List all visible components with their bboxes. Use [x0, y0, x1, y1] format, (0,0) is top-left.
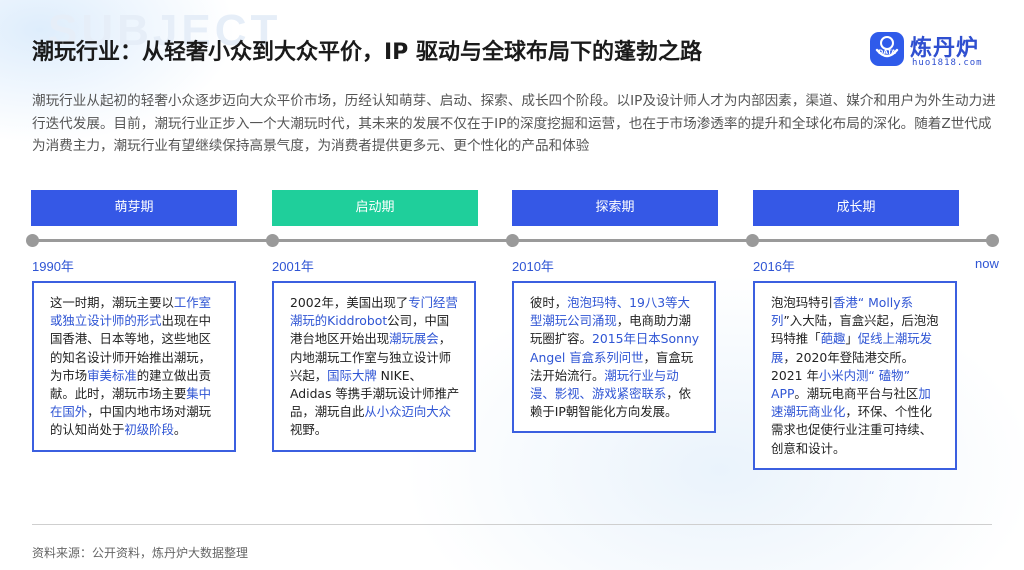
timeline-dot [266, 234, 279, 247]
stage-card: 彼时，泡泡玛特、19八3等大型潮玩公司涌现，电商助力潮玩圈扩容。2015年日本S… [512, 281, 716, 434]
card-text: 泡泡玛特引 [771, 295, 833, 310]
stage-header: 探索期 [512, 190, 718, 226]
stage-header: 成长期 [753, 190, 959, 226]
card-highlight-text: 潮玩展会 [389, 331, 439, 347]
page-title: 潮玩行业：从轻奢小众到大众平价，IP 驱动与全球布局下的蓬勃之路 [32, 40, 702, 65]
stage-card: 这一时期，潮玩主要以工作室或独立设计师的形式出现在中国香港、日本等地，这些地区的… [32, 281, 236, 452]
card-text: 视野。 [290, 422, 328, 438]
year-label: 1990年 [32, 259, 74, 274]
timeline-dot [506, 234, 519, 247]
timeline-dot [26, 234, 39, 247]
stage-header: 启动期 [272, 190, 478, 226]
stage-header: 萌芽期 [31, 190, 237, 226]
card-text: 这一时期，潮玩主要以 [50, 295, 174, 310]
footer-divider [32, 524, 992, 525]
card-highlight-text: 初级阶段 [124, 422, 174, 438]
year-label: 2016年 [753, 259, 795, 274]
card-highlight-text: 审美标准 [87, 367, 137, 383]
year-label: 2010年 [512, 259, 554, 274]
stage-card: 泡泡玛特引香港“ Molly系列”入大陆，盲盒兴起，后泡泡玛特推「葩趣」促线上潮… [753, 281, 957, 470]
card-highlight-text: 国际大牌 [327, 367, 377, 383]
brand-mark-text: DATA [878, 49, 896, 56]
source-note: 资料来源：公开资料，炼丹炉大数据整理 [32, 546, 249, 560]
card-text: 。 [173, 422, 187, 438]
card-highlight-text: 从小众迈向大众 [364, 404, 452, 420]
card-text: 彼时， [530, 295, 568, 310]
year-label-now: now [975, 256, 999, 271]
card-text: 2002年，美国出现了 [290, 295, 409, 310]
timeline-dot [986, 234, 999, 247]
brand-logo: DATA 炼丹炉 huo1818.com [870, 30, 1000, 74]
stage-card: 2002年，美国出现了专门经营潮玩的Kiddrobot公司，中国港台地区开始出现… [272, 281, 476, 452]
intro-paragraph: 潮玩行业从起初的轻奢小众逐步迈向大众平价市场，历经认知萌芽、启动、探索、成长四个… [32, 93, 996, 154]
timeline-dot [746, 234, 759, 247]
brand-url: huo1818.com [912, 58, 983, 68]
card-highlight-text: 葩趣 [820, 331, 846, 347]
card-text: 。潮玩电商平台与社区 [794, 386, 919, 402]
year-label: 2001年 [272, 259, 314, 274]
card-text: 」 [845, 331, 858, 347]
brand-logo-icon: DATA [870, 32, 904, 66]
